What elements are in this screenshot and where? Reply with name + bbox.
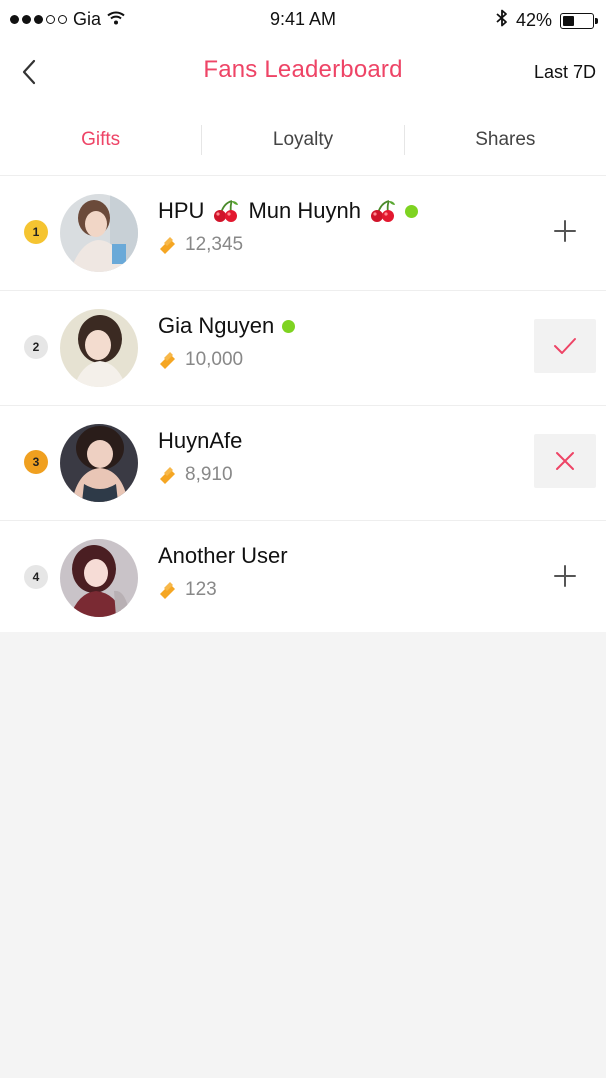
fan-name-part: Mun Huynh	[248, 198, 361, 223]
fan-name: HuynAfe	[158, 428, 242, 454]
plus-icon	[554, 220, 576, 242]
status-bar-right: 42%	[496, 9, 598, 32]
checkmark-icon	[554, 338, 576, 354]
followed-button[interactable]	[534, 319, 596, 373]
cherry-icon	[212, 199, 240, 223]
fan-name-part: HPU	[158, 198, 205, 223]
online-status-dot	[282, 319, 296, 333]
fan-name-text: Another User	[158, 543, 288, 568]
list-item[interactable]: 4 Another User 123	[0, 521, 606, 636]
list-item[interactable]: 2 Gia Nguyen 10,000	[0, 291, 606, 406]
avatar[interactable]	[60, 424, 138, 502]
gift-ticket-icon	[160, 467, 175, 484]
list-item[interactable]: 3 HuynAfe 8,910	[0, 406, 606, 521]
fan-name-text: HuynAfe	[158, 428, 243, 453]
list-item[interactable]: 1 HPU Mun Huynh 12,345	[0, 176, 606, 291]
close-icon	[556, 452, 574, 470]
avatar[interactable]	[60, 539, 138, 617]
score-value: 12,345	[185, 234, 244, 255]
score-value: 8,910	[185, 464, 233, 485]
add-fan-button[interactable]	[534, 204, 596, 258]
screen: Gia 9:41 AM 42% Fans Leaderboard Last 7D…	[0, 0, 606, 1078]
fan-name: HPU Mun Huynh	[158, 198, 418, 224]
empty-background	[0, 632, 606, 1078]
tab-bar: Gifts Loyalty Shares	[0, 104, 606, 176]
tab-gifts[interactable]: Gifts	[0, 104, 201, 175]
rank-badge: 4	[24, 565, 48, 589]
score: 8,910	[158, 464, 233, 486]
fan-name-text: Gia Nguyen	[158, 313, 275, 338]
page-title: Fans Leaderboard	[203, 56, 403, 83]
tab-shares[interactable]: Shares	[405, 104, 606, 175]
rank-badge: 2	[24, 335, 48, 359]
score: 12,345	[158, 234, 243, 256]
gift-ticket-icon	[160, 237, 175, 254]
time-range-button[interactable]: Last 7D	[534, 62, 596, 83]
bluetooth-icon	[496, 9, 508, 32]
rank-badge: 1	[24, 220, 48, 244]
leaderboard-list: 1 HPU Mun Huynh 12,345 2 Gia Nguyen 10,0…	[0, 176, 606, 636]
fan-name: Another User	[158, 543, 288, 569]
gift-ticket-icon	[160, 352, 175, 369]
online-status-dot	[404, 204, 418, 218]
rank-badge: 3	[24, 450, 48, 474]
add-fan-button[interactable]	[534, 549, 596, 603]
score-value: 123	[185, 579, 217, 600]
gift-ticket-icon	[160, 582, 175, 599]
remove-fan-button[interactable]	[534, 434, 596, 488]
score: 123	[158, 579, 217, 601]
tab-loyalty[interactable]: Loyalty	[202, 104, 403, 175]
avatar[interactable]	[60, 194, 138, 272]
nav-bar: Fans Leaderboard Last 7D	[0, 40, 606, 104]
plus-icon	[554, 565, 576, 587]
status-bar: Gia 9:41 AM 42%	[0, 0, 606, 40]
battery-icon	[560, 12, 598, 29]
cherry-icon	[369, 199, 397, 223]
score: 10,000	[158, 349, 243, 371]
fan-name: Gia Nguyen	[158, 313, 296, 339]
avatar[interactable]	[60, 309, 138, 387]
battery-percent: 42%	[515, 10, 552, 30]
score-value: 10,000	[185, 349, 244, 370]
